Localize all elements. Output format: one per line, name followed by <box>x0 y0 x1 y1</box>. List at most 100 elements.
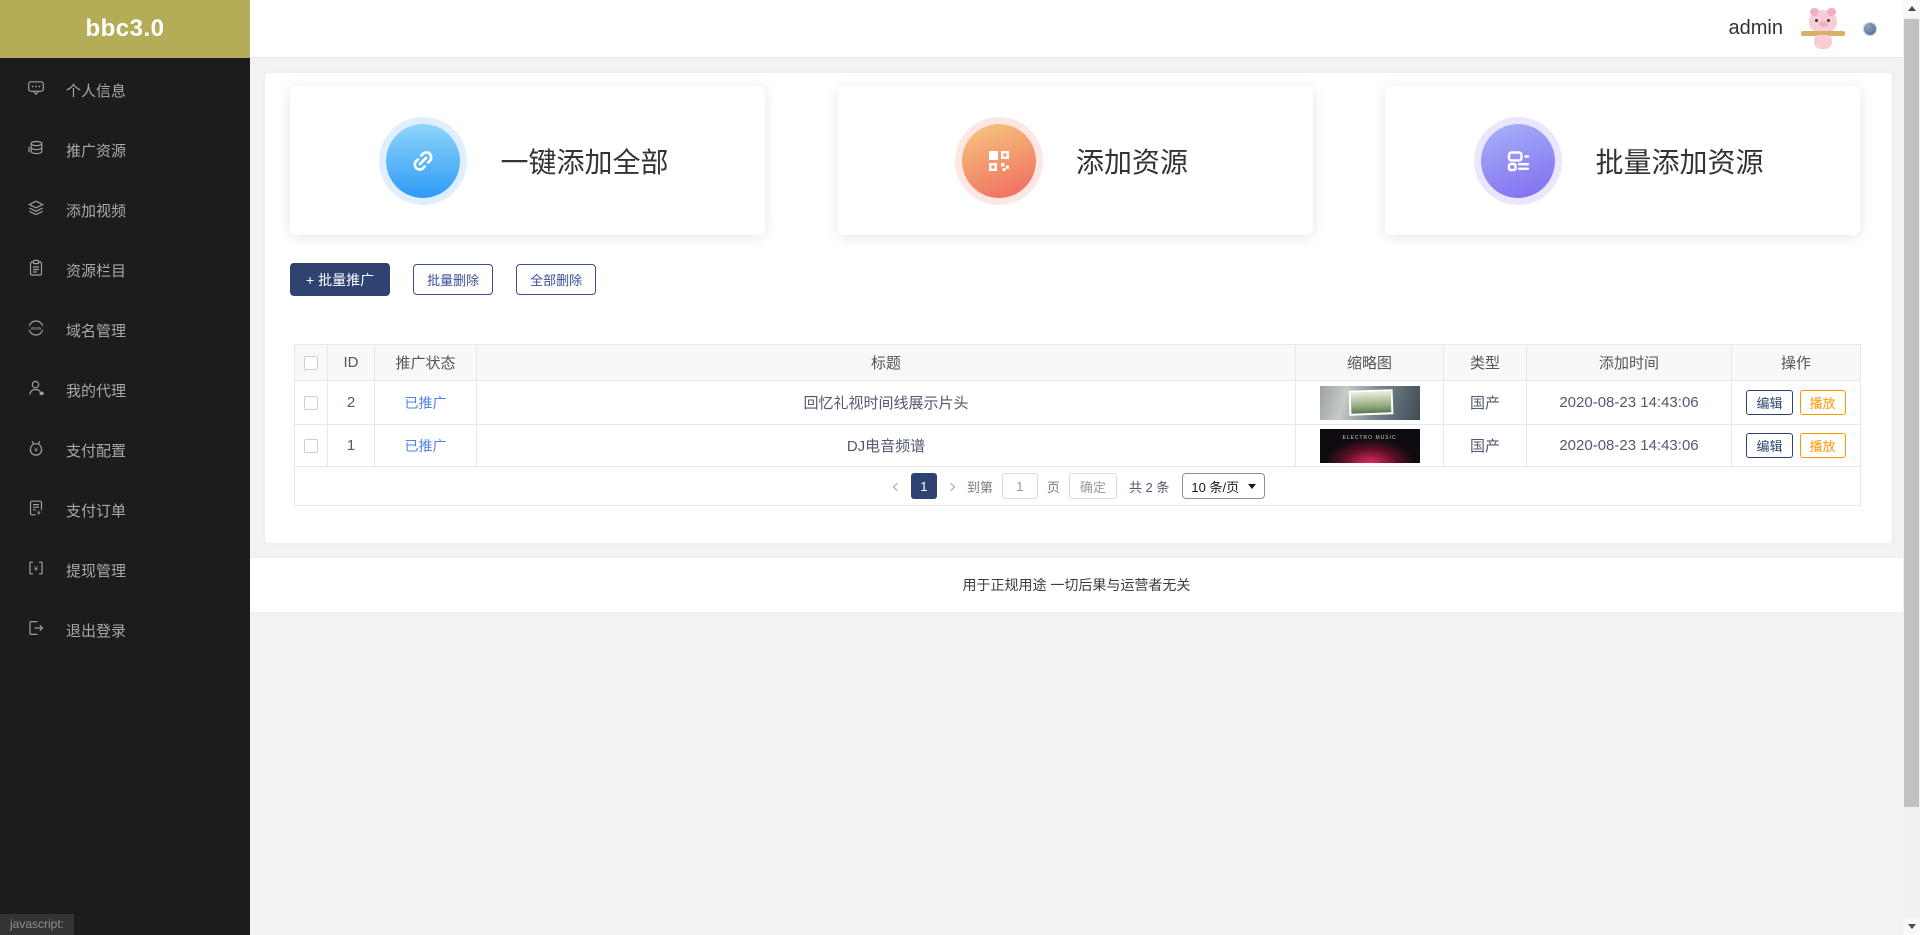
svg-text:¥: ¥ <box>34 564 39 573</box>
sidebar: bbc3.0 个人信息 推广资源 添加视频 资源栏目 www 域名管理 <box>0 0 250 935</box>
svg-text:¥: ¥ <box>34 447 38 454</box>
card-batch-add-resource[interactable]: 批量添加资源 <box>1385 86 1860 235</box>
sidebar-item-label: 推广资源 <box>66 140 126 161</box>
sidebar-item-domain-management[interactable]: www 域名管理 <box>0 300 250 360</box>
per-page-select[interactable]: 10 条/页 <box>1182 473 1265 499</box>
status-dot-icon[interactable] <box>1863 22 1877 36</box>
row-checkbox[interactable] <box>304 396 318 410</box>
moneybag-icon: ¥ <box>27 439 45 461</box>
row-added-time: 2020-08-23 14:43:06 <box>1527 381 1732 425</box>
card-add-resource[interactable]: 添加资源 <box>838 86 1313 235</box>
sidebar-item-payment-config[interactable]: ¥ 支付配置 <box>0 420 250 480</box>
goto-page-label: 到第 <box>967 477 993 496</box>
row-id: 1 <box>328 425 375 467</box>
row-status-cell: 已推广 <box>375 381 477 425</box>
scroll-down-icon[interactable] <box>1903 918 1920 935</box>
batch-delete-button[interactable]: 批量删除 <box>413 264 493 295</box>
row-checkbox-cell <box>295 381 328 425</box>
globe-www-icon: www <box>27 319 45 341</box>
avatar[interactable] <box>1801 7 1845 51</box>
sidebar-item-withdrawal-management[interactable]: ¥ 提现管理 <box>0 540 250 600</box>
scroll-up-icon[interactable] <box>1903 0 1920 17</box>
delete-all-button[interactable]: 全部删除 <box>516 264 596 295</box>
main-panel: 一键添加全部 添加资源 批量添加资源 + 批量推广 批量删除 <box>265 73 1892 543</box>
table-grid: ID 推广状态 标题 缩略图 类型 添加时间 操作 2 已推广 回忆礼视时间线展… <box>295 345 1860 467</box>
card-label: 一键添加全部 <box>500 141 668 181</box>
page-number-input[interactable] <box>1002 473 1038 499</box>
sidebar-item-promo-resources[interactable]: 推广资源 <box>0 120 250 180</box>
row-type: 国产 <box>1444 381 1527 425</box>
chevron-down-icon <box>1248 484 1256 489</box>
thumbnail-image[interactable] <box>1320 386 1420 420</box>
username[interactable]: admin <box>1729 17 1783 40</box>
prev-page-icon[interactable] <box>890 480 902 492</box>
batch-promote-button[interactable]: + 批量推广 <box>290 263 390 296</box>
pagination: 1 到第 页 确定 共 2 条 10 条/页 <box>295 467 1860 505</box>
page-suffix-label: 页 <box>1047 477 1060 496</box>
play-button[interactable]: 播放 <box>1800 390 1846 415</box>
sidebar-item-my-agents[interactable]: 我的代理 <box>0 360 250 420</box>
row-type: 国产 <box>1444 425 1527 467</box>
select-all-cell <box>295 345 328 381</box>
confirm-page-button[interactable]: 确定 <box>1069 473 1117 499</box>
row-checkbox-cell <box>295 425 328 467</box>
page-scrollbar[interactable] <box>1903 0 1920 935</box>
clipboard-icon <box>27 259 45 281</box>
resource-table: ID 推广状态 标题 缩略图 类型 添加时间 操作 2 已推广 回忆礼视时间线展… <box>294 344 1861 506</box>
row-title: 回忆礼视时间线展示片头 <box>477 381 1296 425</box>
sidebar-item-label: 我的代理 <box>66 380 126 401</box>
scrollbar-thumb[interactable] <box>1904 19 1919 807</box>
total-count-label: 共 2 条 <box>1129 477 1169 496</box>
topbar: admin <box>250 0 1903 58</box>
play-button[interactable]: 播放 <box>1800 433 1846 458</box>
card-label: 添加资源 <box>1076 141 1188 181</box>
sidebar-item-label: 退出登录 <box>66 620 126 641</box>
toolbar: + 批量推广 批量删除 全部删除 <box>290 263 596 296</box>
col-header-id: ID <box>328 345 375 381</box>
link-icon <box>386 124 460 198</box>
sidebar-item-add-video[interactable]: 添加视频 <box>0 180 250 240</box>
list-icon <box>1481 124 1555 198</box>
col-header-thumbnail: 缩略图 <box>1296 345 1444 381</box>
sidebar-item-label: 支付配置 <box>66 440 126 461</box>
status-link[interactable]: 已推广 <box>405 393 447 413</box>
sidebar-item-label: 域名管理 <box>66 320 126 341</box>
action-cards: 一键添加全部 添加资源 批量添加资源 <box>290 86 1860 235</box>
receipt-icon: ¥ <box>27 499 45 521</box>
status-bar-link-preview: javascript: <box>0 914 74 935</box>
card-label: 批量添加资源 <box>1595 141 1763 181</box>
col-header-status: 推广状态 <box>375 345 477 381</box>
edit-button[interactable]: 编辑 <box>1746 433 1792 458</box>
status-link[interactable]: 已推广 <box>405 436 447 456</box>
col-header-type: 类型 <box>1444 345 1527 381</box>
sidebar-item-label: 提现管理 <box>66 560 126 581</box>
svg-text:www: www <box>31 326 42 332</box>
coins-icon <box>27 139 45 161</box>
row-actions-cell: 编辑 播放 <box>1732 425 1860 467</box>
thumbnail-image[interactable]: ELECTRO MUSIC <box>1320 429 1420 463</box>
page: bbc3.0 个人信息 推广资源 添加视频 资源栏目 www 域名管理 <box>0 0 1920 935</box>
edit-button[interactable]: 编辑 <box>1746 390 1792 415</box>
disclaimer-text: 用于正规用途 一切后果与运营者无关 <box>963 575 1191 595</box>
sidebar-item-logout[interactable]: 退出登录 <box>0 600 250 660</box>
sidebar-item-profile[interactable]: 个人信息 <box>0 60 250 120</box>
col-header-added-time: 添加时间 <box>1527 345 1732 381</box>
app-logo: bbc3.0 <box>0 0 250 58</box>
sidebar-menu: 个人信息 推广资源 添加视频 资源栏目 www 域名管理 我的代理 <box>0 58 250 660</box>
next-page-icon[interactable] <box>946 480 958 492</box>
sidebar-item-label: 支付订单 <box>66 500 126 521</box>
sidebar-item-label: 资源栏目 <box>66 260 126 281</box>
row-checkbox[interactable] <box>304 439 318 453</box>
withdraw-icon: ¥ <box>27 559 45 581</box>
card-add-all[interactable]: 一键添加全部 <box>290 86 765 235</box>
row-thumbnail-cell: ELECTRO MUSIC <box>1296 425 1444 467</box>
col-header-title: 标题 <box>477 345 1296 381</box>
sidebar-item-resource-categories[interactable]: 资源栏目 <box>0 240 250 300</box>
content-area: 一键添加全部 添加资源 批量添加资源 + 批量推广 批量删除 <box>250 58 1903 935</box>
row-title: DJ电音频谱 <box>477 425 1296 467</box>
sidebar-item-payment-orders[interactable]: ¥ 支付订单 <box>0 480 250 540</box>
current-page-button[interactable]: 1 <box>911 473 937 499</box>
select-all-checkbox[interactable] <box>304 356 318 370</box>
row-thumbnail-cell <box>1296 381 1444 425</box>
qrcode-icon <box>962 124 1036 198</box>
